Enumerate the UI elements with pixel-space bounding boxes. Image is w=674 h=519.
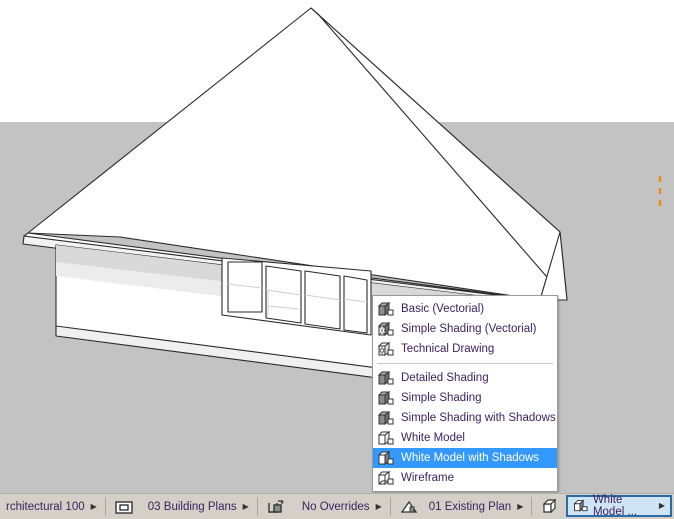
statusbar-scale[interactable]: rchitectural 100 ▶: [0, 494, 103, 519]
cube-shadow-icon: [378, 451, 394, 465]
chevron-right-icon: ▶: [375, 501, 382, 511]
menu-item-label: Simple Shading with Shadows: [401, 412, 556, 424]
statusbar-render-style-tab[interactable]: White Model ... ▶: [566, 494, 672, 518]
menu-item-label: Detailed Shading: [401, 372, 489, 384]
house-icon: [400, 500, 417, 513]
menu-item-simple-shading-vectorial[interactable]: Simple Shading (Vectorial): [373, 319, 557, 339]
statusbar-divider: [531, 497, 533, 516]
pen-set-label: No Overrides: [301, 500, 370, 513]
menu-item-label: Basic (Vectorial): [401, 303, 485, 315]
statusbar-divider: [256, 497, 258, 516]
statusbar-model-view[interactable]: 01 Existing Plan ▶: [393, 494, 530, 519]
menu-item-white-model-with-shadows[interactable]: White Model with Shadows: [373, 448, 557, 468]
render-style-menu[interactable]: Basic (Vectorial) Simple Shading (Vector…: [372, 295, 558, 492]
pen-override-icon: [268, 499, 284, 513]
menu-item-detailed-shading[interactable]: Detailed Shading: [373, 368, 557, 388]
window-pane-4: [343, 275, 368, 334]
menu-separator: [377, 363, 553, 364]
chevron-right-icon: ▶: [242, 501, 249, 511]
statusbar-divider: [389, 497, 391, 516]
bottom-status-bar: rchitectural 100 ▶ 03 Building Plans ▶ N…: [0, 493, 674, 519]
cube-brick-outline-icon: [378, 342, 394, 356]
menu-item-label: White Model: [401, 432, 465, 444]
cube-wireframe-icon: [378, 471, 394, 485]
cube-white-icon: [378, 431, 394, 445]
menu-item-basic-vectorial[interactable]: Basic (Vectorial): [373, 299, 557, 319]
cube-solid-icon: [378, 302, 394, 316]
statusbar-divider: [104, 497, 106, 516]
model-canvas[interactable]: [0, 0, 674, 493]
statusbar-renovation-filter[interactable]: [534, 494, 566, 519]
menu-item-label: Simple Shading (Vectorial): [401, 323, 537, 335]
menu-item-technical-drawing[interactable]: Technical Drawing: [373, 339, 557, 359]
render-style-label: White Model ...: [592, 494, 638, 518]
layer-box-icon: [115, 500, 133, 514]
chevron-right-icon: ▶: [517, 501, 524, 511]
layer-combination-label: 03 Building Plans: [147, 500, 237, 513]
application-window: Basic (Vectorial) Simple Shading (Vector…: [0, 0, 674, 519]
menu-item-simple-shading[interactable]: Simple Shading: [373, 388, 557, 408]
cube-solid-icon: [378, 371, 394, 385]
menu-item-label: White Model with Shadows: [401, 452, 540, 464]
menu-item-label: Technical Drawing: [401, 343, 495, 355]
menu-item-simple-shading-with-shadows[interactable]: Simple Shading with Shadows: [373, 408, 557, 428]
chevron-right-icon: ▶: [90, 501, 97, 511]
statusbar-layer-combination[interactable]: 03 Building Plans ▶: [108, 494, 255, 519]
cube-solid-icon: [378, 391, 394, 405]
menu-item-white-model[interactable]: White Model: [373, 428, 557, 448]
menu-item-label: Wireframe: [401, 472, 455, 484]
statusbar-pen-set[interactable]: No Overrides ▶: [260, 494, 388, 519]
chevron-right-icon: ▶: [658, 501, 665, 510]
scale-label: rchitectural 100: [6, 500, 85, 513]
cube-brick-icon: [378, 322, 394, 336]
model-view-label: 01 Existing Plan: [428, 500, 512, 513]
menu-item-label: Simple Shading: [401, 392, 482, 404]
window-pane-3: [304, 270, 341, 330]
cube-shadow-icon: [573, 499, 588, 512]
wire-cube-icon: [542, 498, 557, 513]
3d-model-viewport[interactable]: [0, 0, 674, 493]
menu-item-wireframe[interactable]: Wireframe: [373, 468, 557, 488]
cube-solid-icon: [378, 411, 394, 425]
